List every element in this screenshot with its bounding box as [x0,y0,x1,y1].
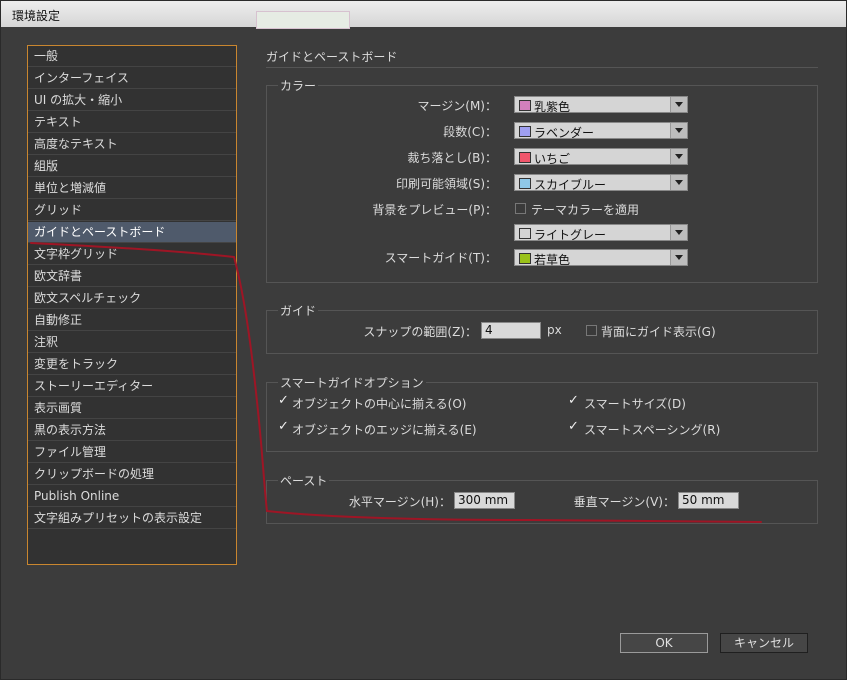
chevron-down-icon [670,149,687,164]
vertical-margin-input[interactable]: 50 mm [678,492,739,509]
color-group-label: カラー [278,77,319,94]
paste-group-label: ペースト [278,472,330,489]
title-bar: 環境設定 [1,1,846,29]
checkmark-icon[interactable]: ✓ [568,419,579,434]
smart-guide-color-dropdown[interactable]: 若草色 [514,249,688,267]
bleed-swatch [519,152,531,163]
category-list[interactable]: 一般 インターフェイス UI の拡大・縮小 テキスト 高度なテキスト 組版 単位… [27,45,237,565]
chevron-down-icon [670,123,687,138]
theme-color-label: テーマカラーを適用 [531,203,640,217]
ok-button[interactable]: OK [620,633,708,653]
sidebar-item-notes[interactable]: 注釈 [28,332,236,353]
sidebar-item-clipboard[interactable]: クリップボードの処理 [28,464,236,485]
smart-guide-label: スマートガイド(T)： [384,251,497,265]
checkmark-icon[interactable]: ✓ [278,393,289,408]
margin-label: マージン(M)： [417,99,497,113]
bleed-color-dropdown[interactable]: いちご [514,148,688,166]
sidebar-item-grids[interactable]: グリッド [28,200,236,221]
sidebar-item-general[interactable]: 一般 [28,46,236,67]
sidebar-item-story-editor[interactable]: ストーリーエディター [28,376,236,397]
chevron-down-icon [670,250,687,265]
theme-color-checkbox[interactable] [515,203,526,214]
bleed-color-value: いちご [534,152,571,166]
preferences-dialog: 環境設定 一般 インターフェイス UI の拡大・縮小 テキスト 高度なテキスト … [0,0,847,680]
smart-guide-options-group [266,382,818,452]
checkmark-icon[interactable]: ✓ [568,393,579,408]
title-divider [266,67,818,68]
sidebar-item-black-appearance[interactable]: 黒の表示方法 [28,420,236,441]
snap-zone-input[interactable]: 4 [481,322,541,339]
sidebar-item-display-performance[interactable]: 表示画質 [28,398,236,419]
columns-swatch [519,126,531,137]
columns-label: 段数(C)： [443,125,497,139]
align-center-option[interactable]: オブジェクトの中心に揃える(O) [292,395,466,412]
sidebar-item-dictionary[interactable]: 欧文辞書 [28,266,236,287]
sidebar-item-frame-grid[interactable]: 文字枠グリッド [28,244,236,265]
background-window-fragment [256,11,350,29]
chevron-down-icon [670,175,687,190]
guide-group-label: ガイド [278,302,319,319]
sidebar-item-advanced-text[interactable]: 高度なテキスト [28,134,236,155]
sidebar-item-text[interactable]: テキスト [28,112,236,133]
sidebar-item-interface[interactable]: インターフェイス [28,68,236,89]
snap-unit: px [547,323,562,337]
sidebar-item-autocorrect[interactable]: 自動修正 [28,310,236,331]
slug-label: 印刷可能領域(S)： [396,177,497,191]
preview-color-dropdown[interactable]: ライトグレー [514,224,688,242]
vertical-margin-label: 垂直マージン(V)： [573,495,675,509]
preview-background-label: 背景をプレビュー(P)： [372,203,497,217]
guides-in-back-label: 背面にガイド表示(G) [601,325,716,339]
sidebar-item-file-handling[interactable]: ファイル管理 [28,442,236,463]
smart-spacing-option[interactable]: スマートスペーシング(R) [584,421,720,438]
sidebar-item-ui-scaling[interactable]: UI の拡大・縮小 [28,90,236,111]
smart-dimensions-option[interactable]: スマートサイズ(D) [584,395,686,412]
margin-swatch [519,100,531,111]
snap-zone-label: スナップの範囲(Z)： [363,325,477,339]
columns-color-value: ラベンダー [534,126,595,140]
sidebar-item-units[interactable]: 単位と増減値 [28,178,236,199]
columns-color-dropdown[interactable]: ラベンダー [514,122,688,140]
guides-in-back-checkbox[interactable] [586,325,597,336]
window-title: 環境設定 [12,9,61,23]
margin-color-dropdown[interactable]: 乳紫色 [514,96,688,114]
slug-swatch [519,178,531,189]
margin-color-value: 乳紫色 [534,100,571,114]
sidebar-item-publish-online[interactable]: Publish Online [28,486,236,507]
page-title: ガイドとペーストボード [266,50,398,64]
smart-guide-options-label: スマートガイドオプション [278,374,426,391]
bleed-label: 裁ち落とし(B)： [407,151,497,165]
slug-color-value: スカイブルー [534,178,607,192]
sidebar-item-mojikumi-presets[interactable]: 文字組みプリセットの表示設定 [28,508,236,529]
sidebar-item-track-changes[interactable]: 変更をトラック [28,354,236,375]
sidebar-item-spelling[interactable]: 欧文スペルチェック [28,288,236,309]
align-edges-option[interactable]: オブジェクトのエッジに揃える(E) [292,421,477,438]
preview-color-value: ライトグレー [534,228,607,242]
chevron-down-icon [670,97,687,112]
chevron-down-icon [670,225,687,240]
smart-guide-swatch [519,253,531,264]
guide-group [266,310,818,354]
slug-color-dropdown[interactable]: スカイブルー [514,174,688,192]
horizontal-margin-input[interactable]: 300 mm [454,492,515,509]
sidebar-item-composition[interactable]: 組版 [28,156,236,177]
checkmark-icon[interactable]: ✓ [278,419,289,434]
horizontal-margin-label: 水平マージン(H)： [348,495,451,509]
preview-swatch [519,228,531,239]
cancel-button[interactable]: キャンセル [720,633,808,653]
smart-guide-color-value: 若草色 [534,253,571,267]
sidebar-item-guides-pasteboard[interactable]: ガイドとペーストボード [28,222,236,243]
